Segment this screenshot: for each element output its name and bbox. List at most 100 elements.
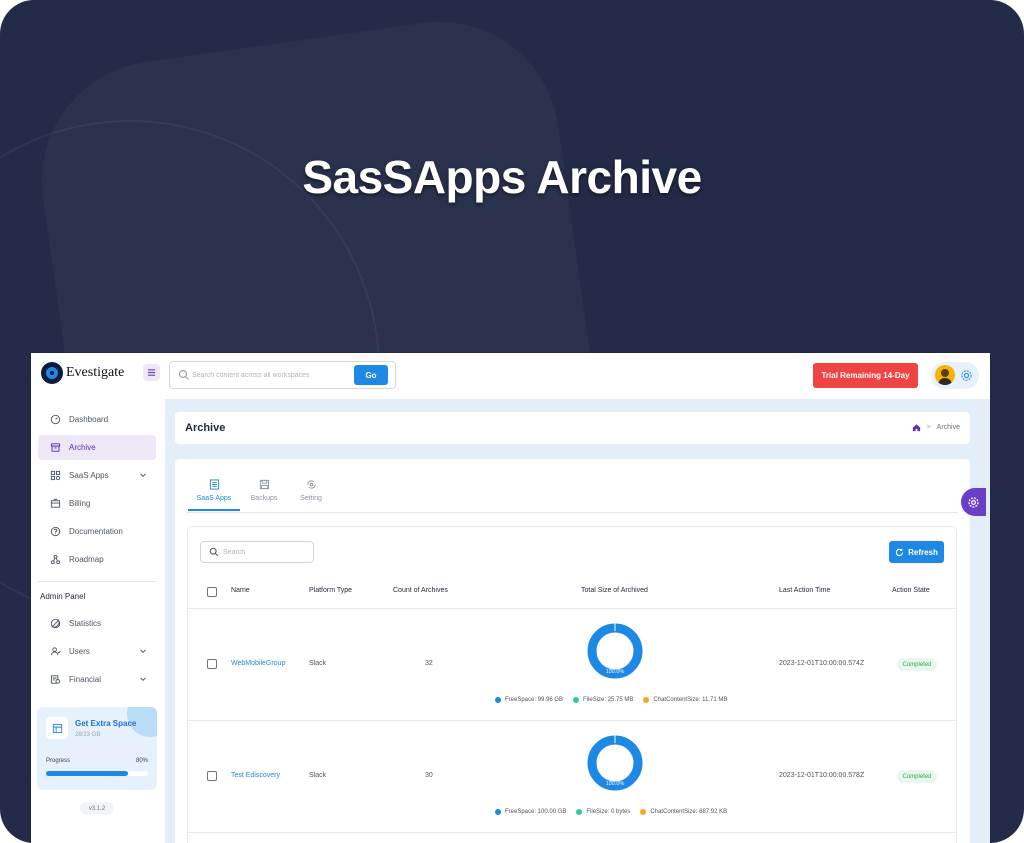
legend-item-free-space: FreeSpace: 100.00 GB [495, 809, 566, 815]
archive-count: 32 [425, 660, 433, 667]
refresh-label: Refresh [908, 547, 938, 557]
eye-logo-icon [41, 362, 63, 384]
legend-label: ChatContentSize: 11.71 MB [653, 697, 728, 703]
chevron-down-icon [140, 473, 146, 478]
sidebar-item-financial[interactable]: Financial [38, 667, 156, 692]
storage-box [46, 717, 68, 739]
gear-icon[interactable] [960, 369, 973, 382]
page-title: Archive [185, 422, 226, 434]
size-donut-chart: 100.0% [587, 623, 643, 679]
column-header-platform-type[interactable]: Platform Type [309, 587, 352, 594]
legend-dot [495, 697, 501, 703]
sidebar-item-saas-apps[interactable]: SaaS Apps [38, 463, 156, 488]
legend-label: FileSize: 0 bytes [586, 809, 631, 815]
sidebar-item-label: Documentation [69, 527, 123, 536]
column-header-total-size[interactable]: Total Size of Archived [581, 587, 648, 594]
legend-dot [495, 809, 501, 815]
customizer-button[interactable] [961, 488, 986, 516]
table-search-input[interactable] [223, 546, 308, 559]
sidebar-item-statistics[interactable]: Statistics [38, 611, 156, 636]
legend-item-file-size: FileSize: 0 bytes [576, 809, 630, 815]
header-divider [188, 608, 956, 609]
app-name-link[interactable]: Test Ediscovery [231, 772, 280, 779]
hamburger-icon [147, 369, 156, 376]
column-header-last-action[interactable]: Last Action Time [779, 587, 830, 594]
go-button[interactable]: Go [354, 365, 388, 385]
legend-dot [643, 697, 650, 703]
sidebar-item-label: Archive [69, 443, 96, 452]
tab-label: Backups [250, 495, 278, 502]
statistics-icon [50, 618, 61, 629]
home-icon[interactable] [912, 423, 921, 432]
global-search-input[interactable] [192, 368, 352, 383]
legend-dot [640, 809, 647, 815]
progress-label: Progress [46, 758, 71, 764]
legend-item-chat-content: ChatContentSize: 11.71 MB [643, 697, 727, 703]
row-divider [188, 832, 956, 833]
legend-dot [576, 809, 583, 815]
search-icon [209, 547, 219, 557]
tab-label: Setting [300, 495, 322, 502]
sidebar-item-label: Financial [69, 675, 102, 684]
sidebar-item-archive[interactable]: Archive [38, 435, 156, 460]
sidebar-item-documentation[interactable]: Documentation [38, 519, 156, 544]
admin-panel-heading: Admin Panel [40, 592, 86, 601]
menu-toggle-button[interactable] [143, 364, 160, 381]
column-header-action-state[interactable]: Action State [892, 587, 930, 594]
sidebar: Dashboard Archive SaaS Apps Billing Docu… [31, 399, 165, 843]
tab-saas-apps[interactable]: SaaS Apps [188, 471, 240, 511]
table-search [200, 541, 314, 563]
row-checkbox[interactable] [207, 771, 217, 781]
row-checkbox[interactable] [207, 659, 217, 669]
refresh-icon [895, 548, 904, 556]
size-donut-chart: 100.0% [587, 735, 643, 791]
archive-card: SaaS Apps Backups Setting Refresh [175, 459, 970, 843]
legend-item-chat-content: ChatContentSize: 687.92 KB [640, 809, 727, 815]
status-badge: Completed [897, 770, 937, 783]
archive-icon [50, 443, 61, 452]
sidebar-item-dashboard[interactable]: Dashboard [38, 407, 156, 432]
donut-percent-label: 100.0% [606, 669, 625, 675]
hero-title: SasSApps Archive [302, 151, 702, 203]
extra-space-title: Get Extra Space [75, 719, 137, 728]
sidebar-item-label: Billing [69, 499, 91, 508]
legend-item-file-size: FileSize: 25.75 MB [573, 697, 633, 703]
app-window: Evestigate Go Trial Remaining 14-Day Das… [31, 353, 990, 843]
tab-setting[interactable]: Setting [285, 471, 337, 511]
avatar[interactable] [935, 365, 955, 385]
storage-icon [52, 723, 62, 733]
refresh-button[interactable]: Refresh [889, 541, 944, 563]
size-legend: FreeSpace: 100.00 GB FileSize: 0 bytes C… [495, 809, 737, 815]
help-icon [50, 526, 61, 537]
extra-space-usage: 28/23 GB [75, 732, 101, 738]
gear-icon [968, 496, 979, 508]
sidebar-item-users[interactable]: Users [38, 639, 156, 664]
settings-sync-icon [306, 480, 316, 489]
breadcrumb: > Archive [912, 423, 960, 432]
progress-bar [46, 771, 148, 776]
donut-percent-label: 100.0% [606, 781, 625, 787]
tab-backups[interactable]: Backups [238, 471, 290, 511]
app-name-link[interactable]: WebMobileGroup [231, 660, 285, 667]
column-header-name[interactable]: Name [231, 587, 250, 594]
list-icon [209, 479, 219, 490]
last-action-time: 2023-12-01T10:00:00.574Z [779, 660, 865, 667]
backup-icon [259, 479, 269, 490]
extra-space-card[interactable]: Get Extra Space 28/23 GB Progress 80% [37, 707, 157, 790]
sidebar-item-label: Statistics [69, 619, 102, 628]
sidebar-item-billing[interactable]: Billing [38, 491, 156, 516]
select-all-checkbox[interactable] [207, 587, 217, 597]
user-menu[interactable] [931, 362, 979, 389]
brand-logo[interactable]: Evestigate [41, 362, 124, 384]
top-bar: Evestigate Go Trial Remaining 14-Day [31, 353, 990, 399]
breadcrumb-separator: > [926, 424, 931, 431]
version-badge: v3.1.2 [80, 802, 114, 815]
sidebar-item-label: Users [69, 647, 90, 656]
trial-remaining-button[interactable]: Trial Remaining 14-Day [813, 363, 918, 388]
donut-slice-free-space [587, 623, 643, 679]
legend-item-free-space: FreeSpace: 99.96 GB [495, 697, 563, 703]
legend-dot [573, 697, 580, 703]
column-header-count[interactable]: Count of Archives [393, 587, 448, 594]
page-header: Archive > Archive [175, 412, 970, 444]
sidebar-item-roadmap[interactable]: Roadmap [38, 547, 156, 572]
